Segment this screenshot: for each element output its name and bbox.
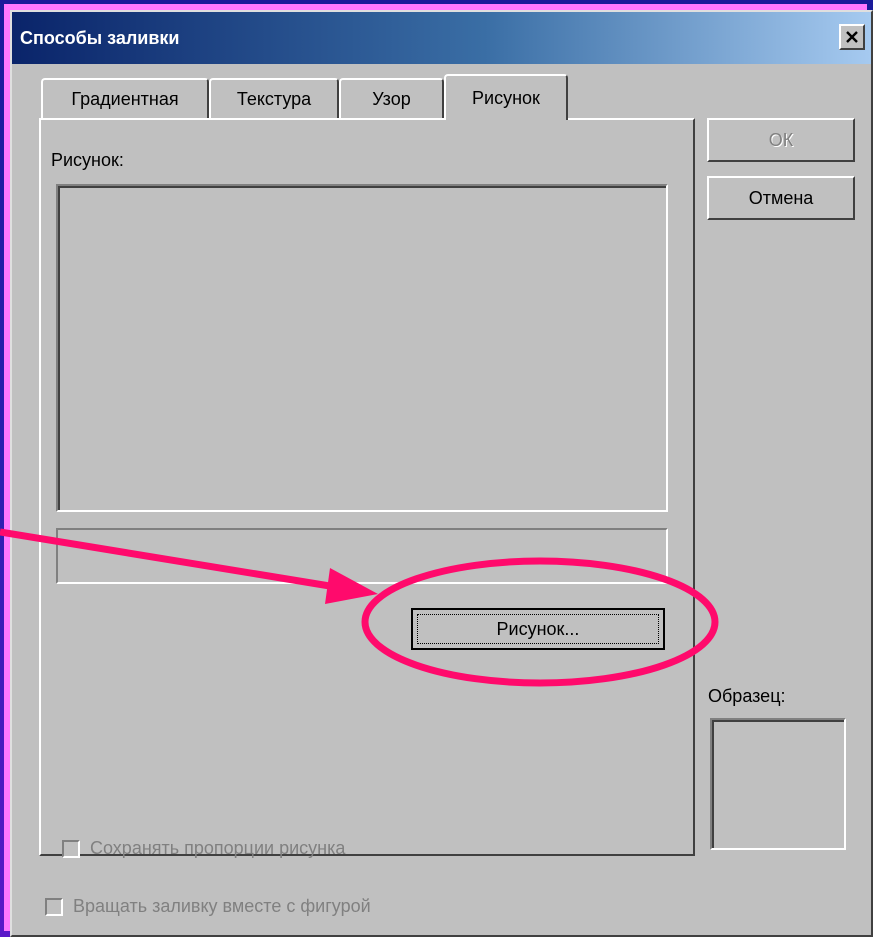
- title-bar[interactable]: Способы заливки: [12, 12, 871, 64]
- tab-gradient[interactable]: Градиентная: [41, 78, 209, 118]
- picture-preview: [56, 184, 668, 512]
- lock-aspect-checkbox[interactable]: Сохранять пропорции рисунка: [62, 838, 345, 859]
- select-picture-button[interactable]: Рисунок...: [411, 608, 665, 650]
- sample-label: Образец:: [708, 686, 786, 706]
- tab-panel-picture: Рисунок: Рисунок... Сохранять пропорции …: [39, 118, 695, 859]
- checkbox-box[interactable]: [62, 839, 80, 858]
- ok-button[interactable]: ОК: [707, 118, 855, 162]
- close-button[interactable]: [839, 24, 865, 50]
- tab-picture[interactable]: Рисунок: [444, 74, 568, 120]
- picture-name-field: [56, 528, 668, 584]
- tab-pattern[interactable]: Узор: [339, 78, 444, 118]
- fill-effects-dialog: Способы заливки Градиентная Текстура Узо…: [10, 10, 873, 937]
- close-icon: [846, 31, 858, 43]
- checkbox-box[interactable]: [45, 897, 63, 916]
- cancel-button[interactable]: Отмена: [707, 176, 855, 220]
- rotate-fill-checkbox[interactable]: Вращать заливку вместе с фигурой: [45, 896, 371, 917]
- tab-texture[interactable]: Текстура: [209, 78, 339, 118]
- window-title: Способы заливки: [20, 27, 180, 48]
- picture-label: Рисунок:: [51, 150, 124, 170]
- sample-preview: [710, 718, 846, 850]
